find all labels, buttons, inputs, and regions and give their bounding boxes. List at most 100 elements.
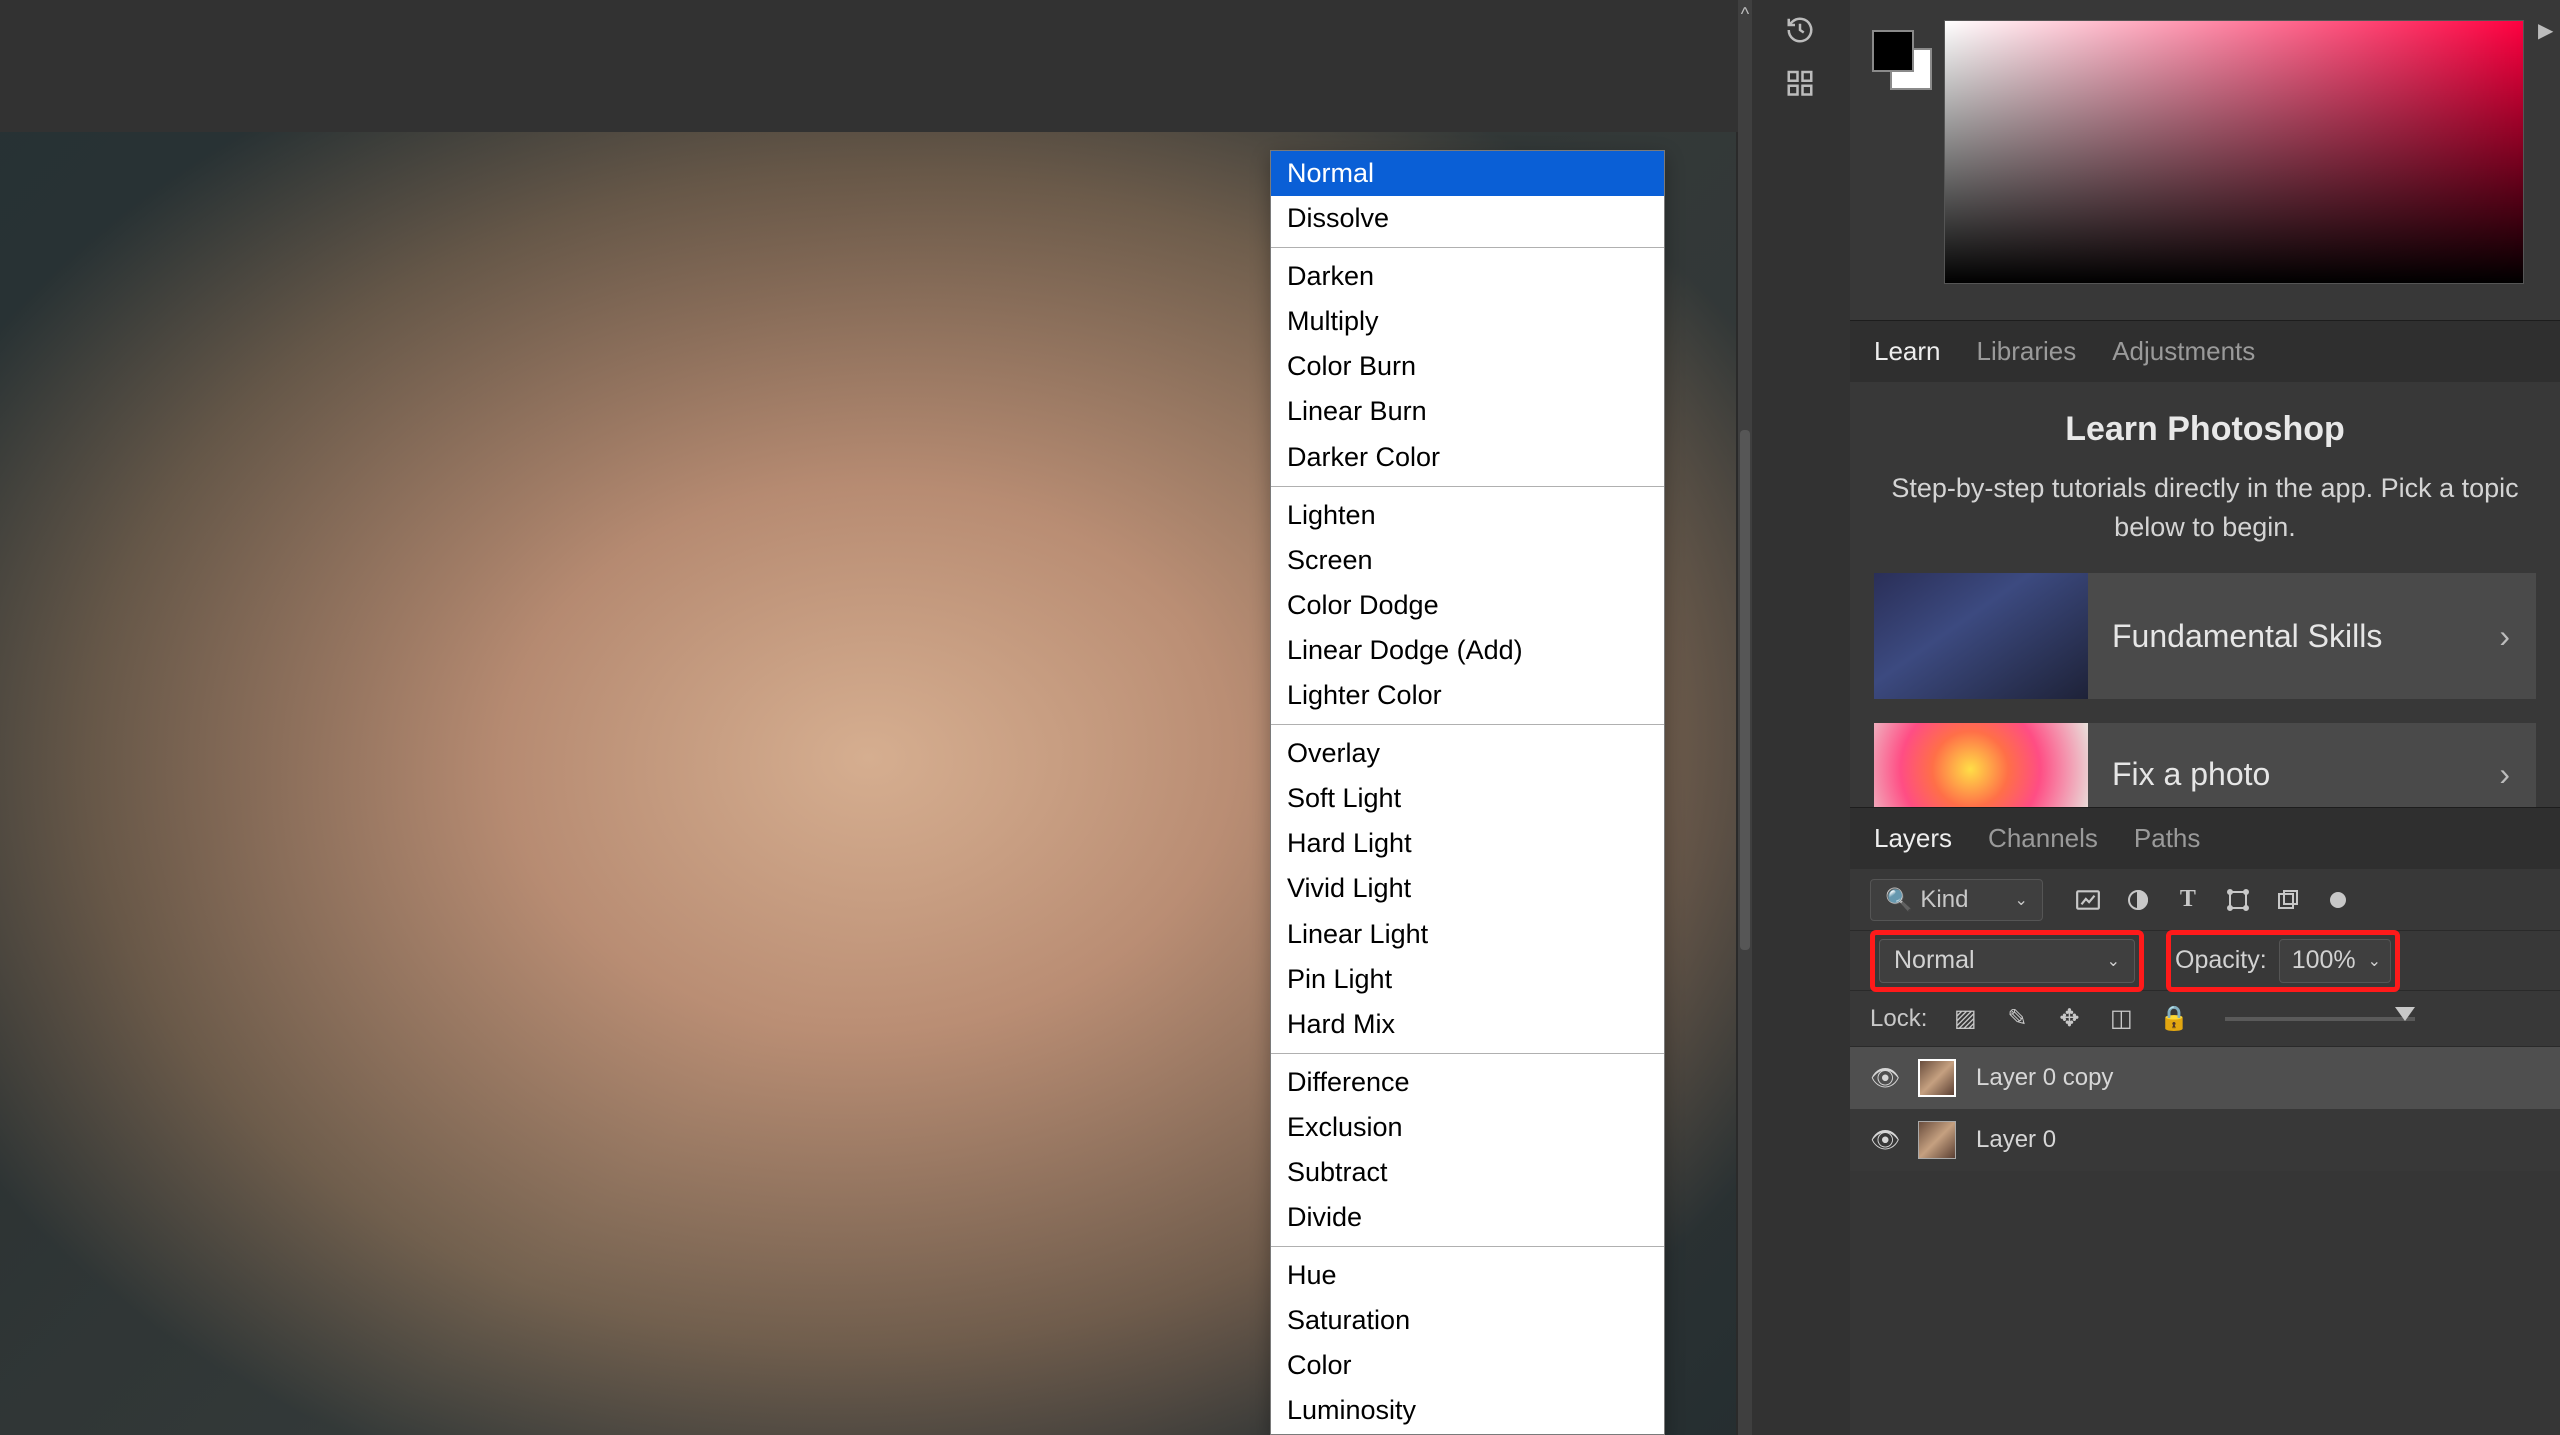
layer-filter-icons: T: [2073, 885, 2353, 915]
blend-mode-option-color-burn[interactable]: Color Burn: [1271, 344, 1664, 389]
learn-card-thumb: [1874, 723, 2088, 807]
filter-pixel-icon[interactable]: [2073, 885, 2103, 915]
lock-artboard-icon[interactable]: ◫: [2107, 1004, 2135, 1033]
visibility-toggle-icon[interactable]: 👁: [1870, 1126, 1898, 1155]
opacity-control: Opacity: 100% ⌄: [2175, 939, 2391, 983]
opacity-dropdown[interactable]: 100% ⌄: [2279, 939, 2391, 983]
blend-mode-option-hard-light[interactable]: Hard Light: [1271, 821, 1664, 866]
learn-card-fundamental-skills[interactable]: Fundamental Skills ›: [1874, 573, 2536, 699]
canvas-vertical-scrollbar[interactable]: ^: [1738, 0, 1752, 1435]
scrollbar-up-arrow[interactable]: ^: [1740, 4, 1750, 25]
layer-name[interactable]: Layer 0: [1976, 1126, 2056, 1154]
chevron-right-icon: ›: [2499, 618, 2536, 655]
chevron-down-icon: ⌄: [2107, 951, 2120, 971]
filter-toggle-dot[interactable]: [2323, 885, 2353, 915]
blend-mode-option-linear-burn[interactable]: Linear Burn: [1271, 389, 1664, 434]
extra-panel-toggle[interactable]: [1778, 60, 1822, 104]
tab-layers[interactable]: Layers: [1874, 823, 1952, 854]
scrollbar-thumb[interactable]: [1740, 430, 1750, 950]
lock-position-icon[interactable]: ✥: [2055, 1004, 2083, 1033]
layer-thumbnail[interactable]: [1918, 1121, 1956, 1159]
learn-card-thumb: [1874, 573, 2088, 699]
blend-mode-option-multiply[interactable]: Multiply: [1271, 299, 1664, 344]
lock-transparent-icon[interactable]: ▨: [1951, 1004, 1979, 1033]
learn-panel: Learn Photoshop Step-by-step tutorials d…: [1850, 382, 2560, 807]
blend-mode-value: Normal: [1894, 946, 1975, 975]
slider-thumb-icon[interactable]: [2395, 1007, 2415, 1021]
filter-shape-icon[interactable]: [2223, 885, 2253, 915]
learn-card-fix-photo[interactable]: Fix a photo ›: [1874, 723, 2536, 807]
visibility-toggle-icon[interactable]: 👁: [1870, 1064, 1898, 1093]
history-panel-toggle[interactable]: [1778, 8, 1822, 52]
blend-mode-option-hue[interactable]: Hue: [1271, 1253, 1664, 1298]
tab-adjustments[interactable]: Adjustments: [2112, 336, 2255, 367]
layer-thumbnail[interactable]: [1918, 1059, 1956, 1097]
blend-mode-option-lighter-color[interactable]: Lighter Color: [1271, 673, 1664, 718]
options-bar: [0, 0, 1748, 132]
blend-mode-option-overlay[interactable]: Overlay: [1271, 731, 1664, 776]
blend-mode-option-exclusion[interactable]: Exclusion: [1271, 1105, 1664, 1150]
learn-panel-subtitle: Step-by-step tutorials directly in the a…: [1874, 469, 2536, 547]
lock-pixels-icon[interactable]: ✎: [2003, 1004, 2031, 1033]
color-panel-flyout-icon[interactable]: ▶: [2538, 18, 2553, 43]
foreground-background-swatch[interactable]: [1872, 30, 1930, 88]
menu-separator: [1271, 1246, 1664, 1247]
color-panel: ▶: [1850, 0, 2560, 320]
blend-mode-option-color-dodge[interactable]: Color Dodge: [1271, 583, 1664, 628]
blend-mode-option-soft-light[interactable]: Soft Light: [1271, 776, 1664, 821]
blend-mode-menu[interactable]: NormalDissolveDarkenMultiplyColor BurnLi…: [1270, 150, 1665, 1435]
blend-mode-option-vivid-light[interactable]: Vivid Light: [1271, 866, 1664, 911]
blend-mode-option-linear-light[interactable]: Linear Light: [1271, 912, 1664, 957]
menu-separator: [1271, 247, 1664, 248]
chevron-right-icon: ›: [2499, 756, 2536, 807]
blend-mode-option-subtract[interactable]: Subtract: [1271, 1150, 1664, 1195]
learn-card-label: Fix a photo: [2088, 756, 2499, 807]
blend-mode-option-normal[interactable]: Normal: [1271, 151, 1664, 196]
learn-card-label: Fundamental Skills: [2088, 618, 2499, 655]
layer-filter-kind-dropdown[interactable]: 🔍 Kind ⌄: [1870, 879, 2043, 921]
blend-mode-option-screen[interactable]: Screen: [1271, 538, 1664, 583]
layers-panel-tabs: Layers Channels Paths: [1850, 807, 2560, 869]
blend-mode-option-darker-color[interactable]: Darker Color: [1271, 435, 1664, 480]
blend-mode-option-divide[interactable]: Divide: [1271, 1195, 1664, 1240]
tab-libraries[interactable]: Libraries: [1977, 336, 2077, 367]
search-icon: 🔍: [1885, 887, 1912, 913]
blend-mode-option-pin-light[interactable]: Pin Light: [1271, 957, 1664, 1002]
chevron-down-icon: ⌄: [2368, 951, 2381, 971]
kind-label: Kind: [1920, 886, 1968, 914]
tab-paths[interactable]: Paths: [2134, 823, 2201, 854]
layers-panel: 🔍 Kind ⌄ T Normal ⌄: [1850, 869, 2560, 1171]
blend-mode-dropdown[interactable]: Normal ⌄: [1879, 939, 2135, 983]
opacity-value: 100%: [2292, 946, 2356, 975]
tutorial-highlight-opacity: Opacity: 100% ⌄: [2166, 930, 2400, 992]
layer-item-layer-0[interactable]: 👁 Layer 0: [1850, 1109, 2560, 1171]
blend-mode-option-dissolve[interactable]: Dissolve: [1271, 196, 1664, 241]
blend-mode-option-luminosity[interactable]: Luminosity: [1271, 1388, 1664, 1433]
fill-slider[interactable]: [2225, 1017, 2415, 1021]
menu-separator: [1271, 486, 1664, 487]
layer-item-layer-0-copy[interactable]: 👁 Layer 0 copy: [1850, 1047, 2560, 1109]
layer-name[interactable]: Layer 0 copy: [1976, 1064, 2113, 1092]
blend-mode-option-difference[interactable]: Difference: [1271, 1060, 1664, 1105]
lock-all-icon[interactable]: 🔒: [2159, 1004, 2187, 1033]
lock-row: Lock: ▨ ✎ ✥ ◫ 🔒: [1850, 991, 2560, 1047]
blend-mode-option-color[interactable]: Color: [1271, 1343, 1664, 1388]
blend-mode-option-darken[interactable]: Darken: [1271, 254, 1664, 299]
foreground-color-swatch[interactable]: [1872, 30, 1914, 72]
opacity-label: Opacity:: [2175, 946, 2267, 975]
blend-mode-option-linear-dodge-add-[interactable]: Linear Dodge (Add): [1271, 628, 1664, 673]
menu-separator: [1271, 724, 1664, 725]
learn-panel-tabs: Learn Libraries Adjustments: [1850, 320, 2560, 382]
filter-adjustment-icon[interactable]: [2123, 885, 2153, 915]
filter-type-icon[interactable]: T: [2173, 885, 2203, 915]
tutorial-highlight-blend: Normal ⌄: [1870, 930, 2144, 992]
blend-mode-option-saturation[interactable]: Saturation: [1271, 1298, 1664, 1343]
tab-channels[interactable]: Channels: [1988, 823, 2098, 854]
collapsed-panel-strip: [1760, 0, 1840, 1435]
menu-separator: [1271, 1053, 1664, 1054]
blend-mode-option-hard-mix[interactable]: Hard Mix: [1271, 1002, 1664, 1047]
blend-mode-option-lighten[interactable]: Lighten: [1271, 493, 1664, 538]
tab-learn[interactable]: Learn: [1874, 336, 1941, 367]
filter-smart-icon[interactable]: [2273, 885, 2303, 915]
color-spectrum-picker[interactable]: [1944, 20, 2524, 284]
